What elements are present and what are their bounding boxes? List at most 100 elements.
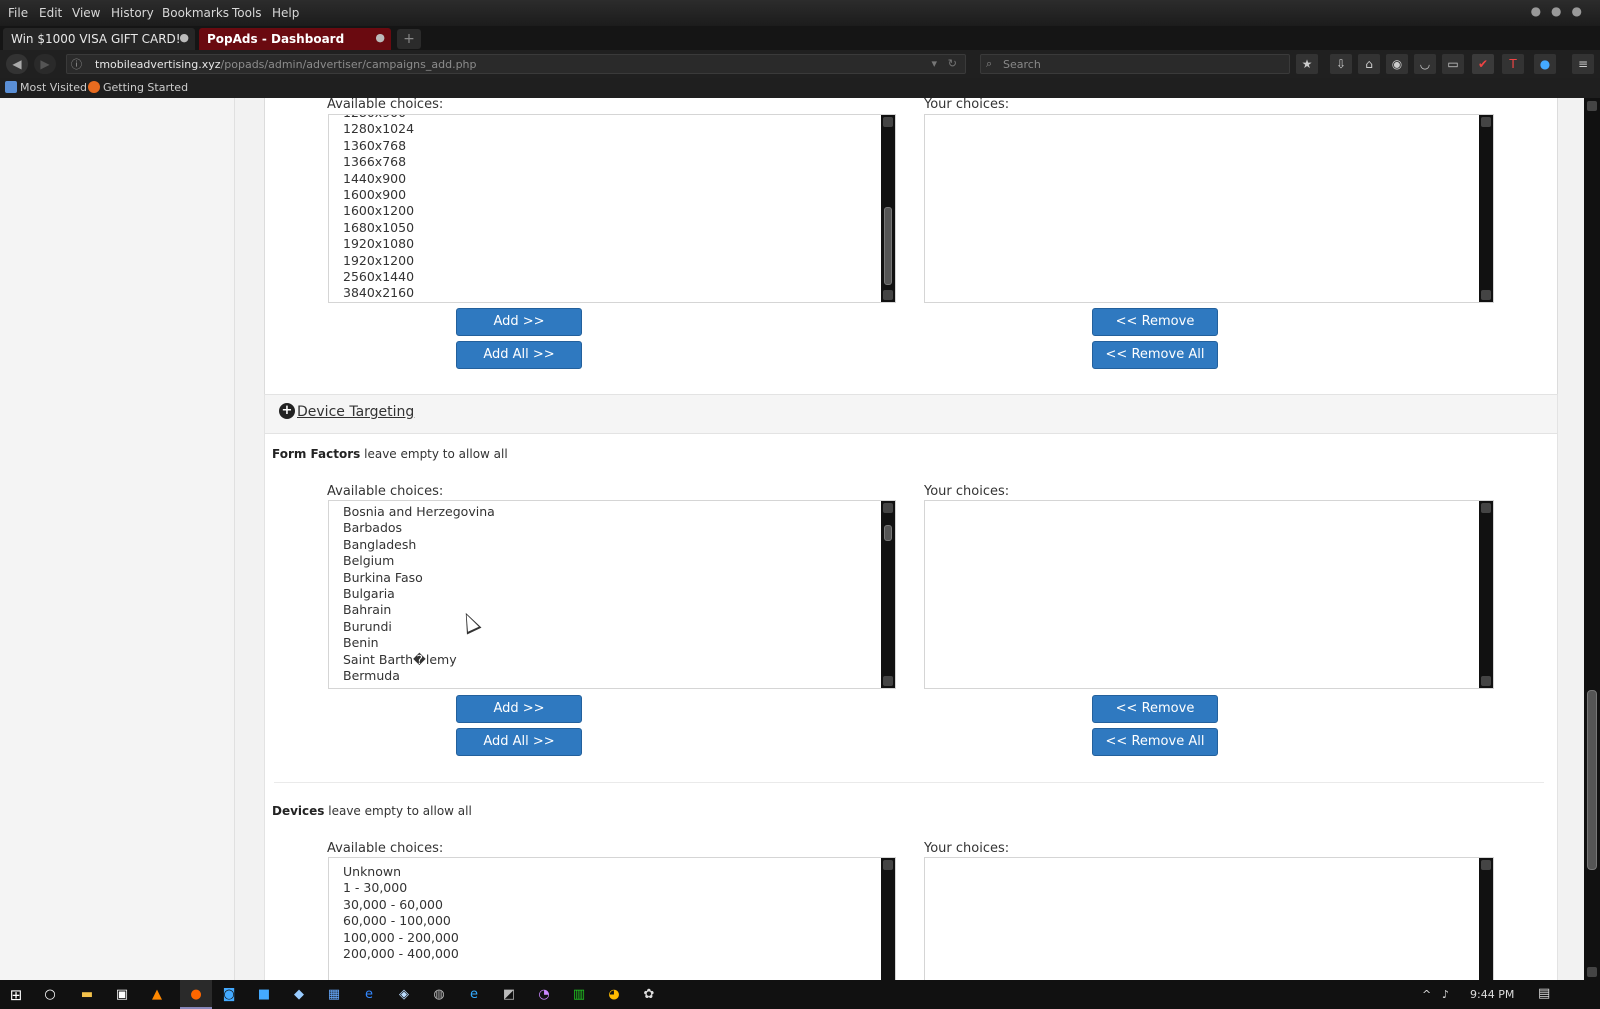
scrollbar[interactable] (1479, 115, 1493, 302)
list-item[interactable]: 2560x1440 (329, 269, 895, 285)
list-item[interactable]: 1 - 30,000 (329, 880, 895, 896)
resolution-chosen-list[interactable] (924, 114, 1494, 303)
list-item[interactable]: 1600x900 (329, 187, 895, 203)
chevron-up-icon[interactable]: ^ (1422, 988, 1431, 1001)
list-item[interactable]: 30,000 - 60,000 (329, 897, 895, 913)
windows-start-icon[interactable]: ⊞ (6, 985, 26, 1005)
dropdown-icon[interactable]: ▾ (931, 57, 937, 70)
reload-icon[interactable]: ↻ (948, 57, 957, 70)
screenshot-icon[interactable]: ▭ (1442, 54, 1464, 74)
list-item[interactable]: Bosnia and Herzegovina (329, 504, 895, 520)
scroll-up-icon[interactable] (883, 117, 893, 127)
list-item[interactable]: 3840x2160 (329, 285, 895, 301)
scroll-up-icon[interactable] (1481, 860, 1491, 870)
outlook-icon[interactable]: ◙ (219, 985, 239, 1005)
page-scrollbar[interactable] (1584, 98, 1600, 980)
bookmark-getting-started[interactable]: Getting Started (88, 81, 188, 94)
list-item[interactable]: 100,000 - 200,000 (329, 930, 895, 946)
list-item[interactable]: 1280x1024 (329, 121, 895, 137)
search-bar[interactable]: ⌕ Search (980, 54, 1290, 74)
menu-file[interactable]: File (8, 6, 28, 20)
app-icon[interactable]: ✿ (639, 985, 659, 1005)
cortana-icon[interactable]: ○ (40, 985, 60, 1005)
remove-all-button[interactable]: << Remove All (1092, 341, 1218, 369)
list-item[interactable]: 1280x900 (329, 115, 895, 121)
extension-icon[interactable]: ◉ (1386, 54, 1408, 74)
app-icon[interactable]: ◩ (499, 985, 519, 1005)
scroll-up-icon[interactable] (883, 503, 893, 513)
back-button[interactable]: ◀ (6, 54, 28, 74)
scroll-down-icon[interactable] (1481, 290, 1491, 300)
app-icon[interactable]: ▦ (324, 985, 344, 1005)
info-icon[interactable]: ⓘ (71, 56, 87, 72)
list-item[interactable]: 1920x1080 (329, 236, 895, 252)
scrollbar[interactable] (881, 858, 895, 980)
list-item[interactable]: 1680x1050 (329, 220, 895, 236)
scrollbar[interactable] (1479, 858, 1493, 980)
close-icon[interactable]: ● (375, 31, 385, 44)
list-item[interactable]: Bermuda (329, 668, 895, 684)
tab-popads-dashboard[interactable]: PopAds - Dashboard ● (199, 28, 391, 50)
remove-button[interactable]: << Remove (1092, 308, 1218, 336)
vlc-icon[interactable]: ▲ (147, 985, 167, 1005)
add-button[interactable]: Add >> (456, 695, 582, 723)
menu-bookmarks[interactable]: Bookmarks (162, 6, 229, 20)
file-explorer-icon[interactable]: ▬ (77, 985, 97, 1005)
device-targeting-header[interactable]: + Device Targeting (264, 394, 1558, 434)
app-icon[interactable]: ◍ (429, 985, 449, 1005)
window-controls[interactable]: ●●● (1531, 4, 1592, 18)
menu-edit[interactable]: Edit (39, 6, 62, 20)
list-item[interactable]: Bangladesh (329, 537, 895, 553)
chart-app-icon[interactable]: ▥ (569, 985, 589, 1005)
list-item[interactable]: Bulgaria (329, 586, 895, 602)
list-item[interactable]: 1440x900 (329, 171, 895, 187)
app-icon[interactable]: ◈ (394, 985, 414, 1005)
clock-time[interactable]: 9:44 PM (1470, 988, 1514, 1001)
forward-button[interactable]: ▶ (34, 54, 56, 74)
list-item[interactable]: 1600x1200 (329, 203, 895, 219)
list-item[interactable]: Benin (329, 635, 895, 651)
scroll-thumb[interactable] (1587, 690, 1597, 870)
notification-icon[interactable]: ▤ (1538, 986, 1550, 1001)
volume-icon[interactable]: ♪ (1442, 988, 1449, 1001)
chrome-icon[interactable]: ◕ (604, 985, 624, 1005)
edge-icon[interactable]: e (359, 985, 379, 1005)
download-icon[interactable]: ⇩ (1330, 54, 1352, 74)
bookmark-most-visited[interactable]: Most Visited (5, 81, 87, 94)
list-item[interactable]: 200,000 - 400,000 (329, 946, 895, 962)
scroll-up-icon[interactable] (1587, 101, 1597, 111)
pocket-icon[interactable]: ◡ (1414, 54, 1436, 74)
scroll-thumb[interactable] (884, 525, 892, 541)
internet-explorer-icon[interactable]: e (464, 985, 484, 1005)
list-item[interactable]: 60,000 - 100,000 (329, 913, 895, 929)
resolution-available-list[interactable]: 1280x900 1280x10241360x7681366x7681440x9… (328, 114, 896, 303)
steam-icon[interactable]: ◆ (289, 985, 309, 1005)
list-item[interactable]: Burundi (329, 619, 895, 635)
list-item[interactable]: Belgium (329, 553, 895, 569)
device-targeting-title[interactable]: Device Targeting (297, 404, 414, 420)
menu-tools[interactable]: Tools (232, 6, 262, 20)
list-item[interactable]: Bahrain (329, 602, 895, 618)
scroll-thumb[interactable] (884, 207, 892, 285)
add-button[interactable]: Add >> (456, 308, 582, 336)
remove-button[interactable]: << Remove (1092, 695, 1218, 723)
new-tab-button[interactable]: + (397, 29, 421, 49)
scroll-down-icon[interactable] (1481, 676, 1491, 686)
url-bar[interactable]: ⓘ tmobileadvertising.xyz/popads/admin/ad… (66, 54, 966, 74)
add-all-button[interactable]: Add All >> (456, 728, 582, 756)
store-icon[interactable]: ▣ (112, 985, 132, 1005)
scroll-down-icon[interactable] (1587, 967, 1597, 977)
firefox-icon[interactable]: ● (186, 985, 206, 1005)
bookmark-star-icon[interactable]: ★ (1296, 54, 1318, 74)
scrollbar[interactable] (881, 501, 895, 688)
devices-available-list[interactable]: Unknown 1 - 30,000 30,000 - 60,000 60,000 -… (328, 857, 896, 980)
list-item[interactable]: Saint Barth�lemy (329, 652, 895, 668)
menu-help[interactable]: Help (272, 6, 299, 20)
devices-chosen-list[interactable] (924, 857, 1494, 980)
home-icon[interactable]: ⌂ (1358, 54, 1380, 74)
form-factors-available-list[interactable]: Bosnia and Herzegovina Barbados Bangladesh… (328, 500, 896, 689)
scroll-up-icon[interactable] (883, 860, 893, 870)
scrollbar[interactable] (881, 115, 895, 302)
remove-all-button[interactable]: << Remove All (1092, 728, 1218, 756)
menu-view[interactable]: View (72, 6, 100, 20)
